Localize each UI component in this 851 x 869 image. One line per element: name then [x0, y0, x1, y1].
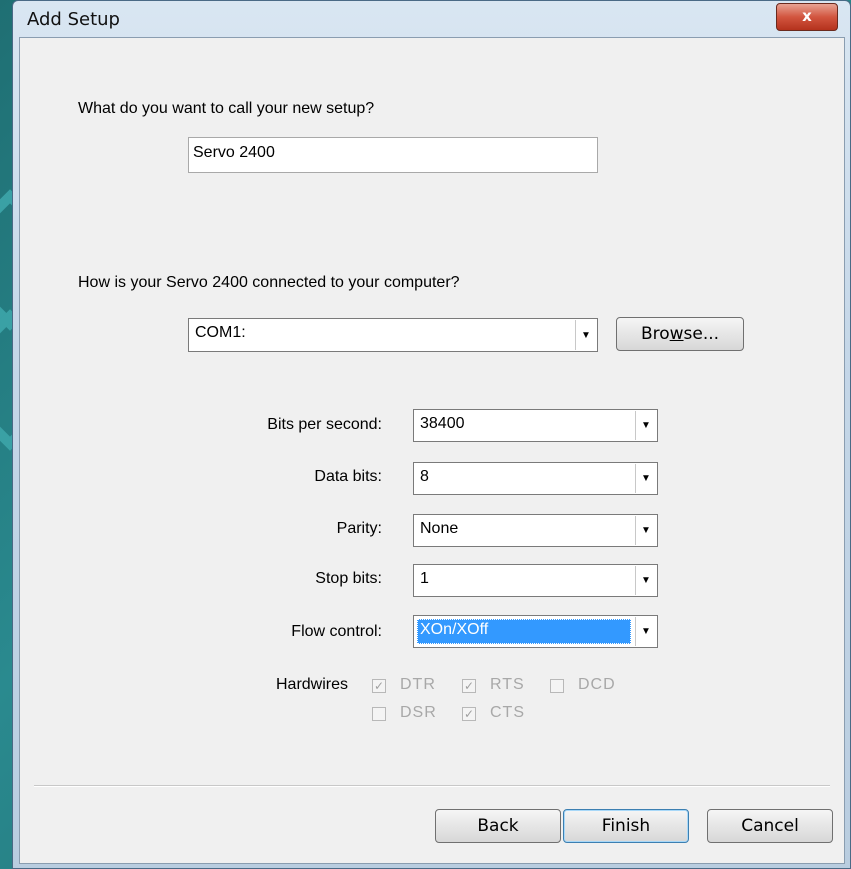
port-select[interactable]: COM1: ▼ — [188, 318, 598, 352]
setup-name-question: What do you want to call your new setup? — [78, 100, 375, 117]
chevron-down-icon[interactable]: ▼ — [635, 411, 656, 440]
bits-per-second-select[interactable]: 38400 ▼ — [413, 409, 658, 442]
dsr-checkbox[interactable] — [372, 707, 386, 721]
hardwires-label: Hardwires — [276, 676, 349, 693]
parity-value: None — [420, 520, 459, 537]
title-bar[interactable]: Add Setup x — [13, 1, 850, 37]
stop-bits-value: 1 — [420, 570, 429, 587]
rts-label: RTS — [490, 676, 525, 693]
browse-label-pre: Bro — [640, 324, 670, 344]
dcd-checkbox[interactable] — [550, 679, 564, 693]
data-bits-select[interactable]: 8 ▼ — [413, 462, 658, 495]
setup-name-input[interactable]: Servo 2400 — [188, 137, 598, 173]
parity-label: Parity: — [336, 520, 382, 537]
bits-per-second-value: 38400 — [420, 415, 465, 432]
bits-per-second-label: Bits per second: — [267, 416, 382, 433]
flow-control-value: XOn/XOff — [420, 621, 489, 638]
data-bits-label: Data bits: — [314, 468, 382, 485]
stop-bits-label: Stop bits: — [315, 570, 382, 587]
browse-label-post: se... — [683, 324, 720, 344]
cts-label: CTS — [490, 704, 525, 721]
close-button[interactable]: x — [776, 3, 838, 31]
back-button[interactable]: Back — [435, 809, 561, 843]
dtr-checkbox[interactable]: ✓ — [372, 679, 386, 693]
chevron-down-icon[interactable]: ▼ — [635, 516, 656, 545]
window-title: Add Setup — [27, 9, 120, 30]
dcd-label: DCD — [578, 676, 616, 693]
dtr-label: DTR — [400, 676, 436, 693]
rts-checkbox[interactable]: ✓ — [462, 679, 476, 693]
stop-bits-select[interactable]: 1 ▼ — [413, 564, 658, 597]
flow-control-select[interactable]: XOn/XOff ▼ — [413, 615, 658, 648]
chevron-down-icon[interactable]: ▼ — [635, 464, 656, 493]
chevron-down-icon[interactable]: ▼ — [635, 566, 656, 595]
dialog-content: What do you want to call your new setup?… — [19, 37, 845, 864]
chevron-down-icon[interactable]: ▼ — [575, 320, 596, 350]
close-icon: x — [802, 7, 812, 25]
browse-button[interactable]: Browse... — [616, 317, 744, 351]
add-setup-dialog: Add Setup x What do you want to call you… — [12, 0, 851, 869]
cts-checkbox[interactable]: ✓ — [462, 707, 476, 721]
flow-control-label: Flow control: — [291, 623, 382, 640]
dsr-label: DSR — [400, 704, 437, 721]
data-bits-value: 8 — [420, 468, 429, 485]
browse-accelerator: w — [669, 324, 684, 344]
chevron-down-icon[interactable]: ▼ — [635, 617, 656, 646]
connection-question: How is your Servo 2400 connected to your… — [78, 274, 460, 291]
separator — [34, 785, 830, 787]
cancel-button[interactable]: Cancel — [707, 809, 833, 843]
finish-button[interactable]: Finish — [563, 809, 689, 843]
parity-select[interactable]: None ▼ — [413, 514, 658, 547]
port-select-value: COM1: — [195, 324, 246, 341]
